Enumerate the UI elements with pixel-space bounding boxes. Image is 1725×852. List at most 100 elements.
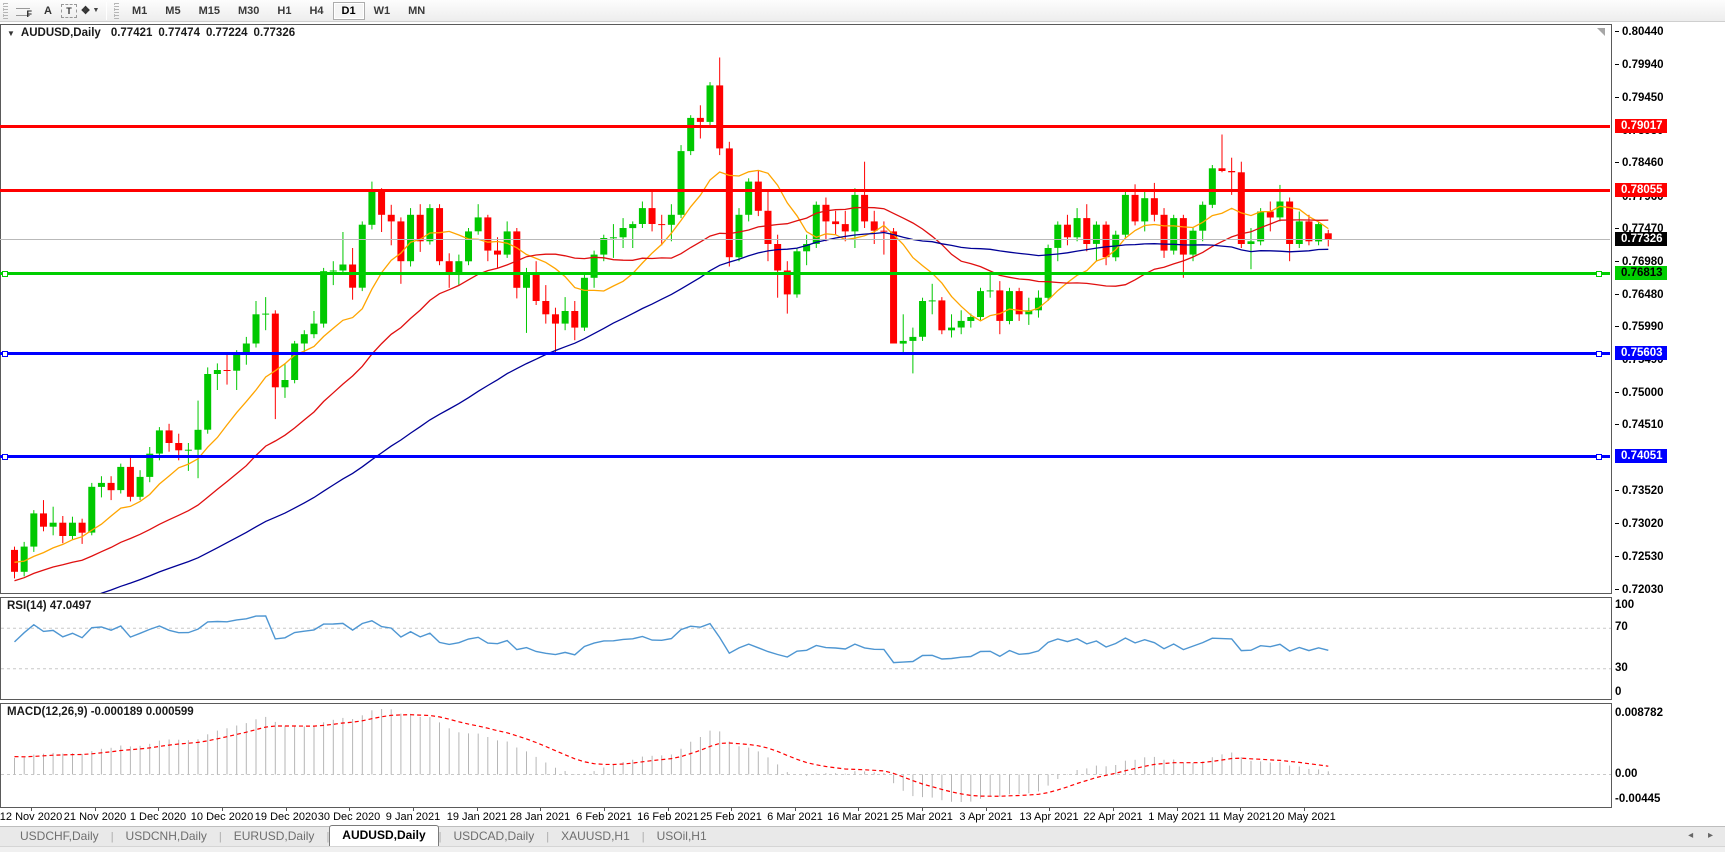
ma-line-25 [15, 208, 1329, 581]
axis-tick [1615, 228, 1619, 229]
axis-tick [1615, 589, 1619, 590]
horizontal-level-line-0.76813[interactable] [0, 272, 1610, 275]
date-label: 12 Nov 2020 [0, 811, 62, 823]
date-label: 6 Feb 2021 [576, 811, 632, 823]
chart-tab-usoil-h1[interactable]: USOil,H1 [645, 827, 719, 846]
price-axis-label: 0.74510 [1615, 419, 1664, 432]
axis-tick [1615, 97, 1619, 98]
axis-tick [1615, 326, 1619, 327]
fibonacci-icon: F [27, 9, 33, 19]
rsi-axis-label: 30 [1615, 662, 1628, 675]
chart-tab-audusd-daily[interactable]: AUDUSD,Daily [329, 825, 438, 846]
level-anchor-marker[interactable] [1596, 454, 1602, 460]
date-label: 21 Nov 2020 [64, 811, 126, 823]
chart-tab-usdcad-daily[interactable]: USDCAD,Daily [442, 827, 547, 846]
ohlc-high: 0.77474 [158, 27, 200, 39]
level-price-tag: 0.75603 [1615, 346, 1667, 360]
axis-tick [1615, 31, 1619, 32]
dropdown-caret-icon[interactable]: ▼ [92, 7, 99, 14]
timeframe-button-h4[interactable]: H4 [300, 2, 332, 20]
level-anchor-marker[interactable] [1596, 351, 1602, 357]
price-axis-label: 0.75000 [1615, 387, 1664, 400]
rsi-axis-label: 100 [1615, 599, 1634, 612]
ma-line-55 [15, 233, 1329, 594]
fibonacci-tool-button[interactable]: F [13, 2, 35, 20]
date-label: 6 Mar 2021 [767, 811, 823, 823]
price-axis: 0.804400.799400.794500.789500.784600.779… [1612, 22, 1725, 808]
level-price-tag: 0.78055 [1615, 183, 1667, 197]
text-label-tool-button[interactable]: T [61, 4, 77, 18]
horizontal-level-line-0.74051[interactable] [0, 455, 1610, 458]
rsi-pane[interactable]: RSI(14) 47.0497 [0, 597, 1612, 700]
axis-tick [1615, 556, 1619, 557]
date-label: 28 Jan 2021 [510, 811, 571, 823]
price-axis-label: 0.73520 [1615, 485, 1664, 498]
timeframe-button-d1[interactable]: D1 [333, 2, 365, 20]
macd-axis-label: 0.00 [1615, 768, 1637, 781]
price-pane[interactable]: ▼ AUDUSD,Daily 0.77421 0.77474 0.77224 0… [0, 24, 1612, 594]
level-anchor-marker[interactable] [1596, 271, 1602, 277]
current-price-line [0, 239, 1610, 240]
axis-tick [1615, 490, 1619, 491]
price-axis-label: 0.79450 [1615, 92, 1664, 105]
date-label: 1 May 2021 [1148, 811, 1205, 823]
price-axis-label: 0.78460 [1615, 157, 1664, 170]
rsi-axis-label: 70 [1615, 621, 1628, 634]
date-label: 1 Dec 2020 [130, 811, 186, 823]
text-tool-button[interactable]: A [37, 2, 59, 20]
ohlc-close: 0.77326 [254, 27, 296, 39]
date-label: 25 Mar 2021 [891, 811, 953, 823]
text-tool-icon: A [44, 5, 52, 17]
axis-tick [1615, 424, 1619, 425]
timeframe-button-mn[interactable]: MN [399, 2, 434, 20]
toolbar-grip-2[interactable] [114, 3, 119, 19]
timeframes-toolbar: M1M5M15M30H1H4D1W1MN [123, 2, 434, 20]
timeframe-button-m5[interactable]: M5 [156, 2, 189, 20]
price-axis-label: 0.75990 [1615, 321, 1664, 334]
axis-tick [1615, 64, 1619, 65]
timeframe-button-h1[interactable]: H1 [268, 2, 300, 20]
rsi-indicator-label: RSI(14) 47.0497 [7, 600, 91, 612]
level-price-tag: 0.74051 [1615, 449, 1667, 463]
horizontal-level-line-0.79017[interactable] [0, 125, 1610, 128]
symbol-header[interactable]: ▼ AUDUSD,Daily 0.77421 0.77474 0.77224 0… [7, 27, 295, 39]
time-axis: 12 Nov 202021 Nov 20201 Dec 202010 Dec 2… [0, 808, 1612, 826]
chart-tab-usdcnh-daily[interactable]: USDCNH,Daily [114, 827, 219, 846]
chart-tab-usdchf-daily[interactable]: USDCHF,Daily [8, 827, 111, 846]
timeframe-button-m1[interactable]: M1 [123, 2, 156, 20]
level-price-tag: 0.76813 [1615, 266, 1667, 280]
timeframe-button-m15[interactable]: M15 [190, 2, 229, 20]
timeframe-button-m30[interactable]: M30 [229, 2, 268, 20]
rsi-plot [1, 598, 1611, 699]
price-axis-label: 0.72530 [1615, 551, 1664, 564]
chart-shift-marker-icon[interactable] [1597, 28, 1605, 36]
symbol-name: AUDUSD,Daily [21, 27, 101, 39]
axis-tick [1615, 392, 1619, 393]
rsi-axis-label: 0 [1615, 686, 1621, 699]
tab-scroll-arrows[interactable]: ◂ ▸ [1688, 830, 1719, 841]
level-anchor-marker[interactable] [2, 351, 8, 357]
level-anchor-marker[interactable] [2, 454, 8, 460]
candlestick-plot [1, 25, 1611, 593]
date-label: 30 Dec 2020 [318, 811, 380, 823]
date-label: 13 Apr 2021 [1019, 811, 1078, 823]
axis-tick [1615, 162, 1619, 163]
horizontal-level-line-0.75603[interactable] [0, 352, 1610, 355]
symbol-dropdown-icon[interactable]: ▼ [7, 29, 15, 38]
macd-plot [1, 704, 1611, 807]
toolbar-grip[interactable] [3, 3, 8, 19]
arrows-tool-icon: ❖ [81, 4, 91, 17]
horizontal-level-line-0.78055[interactable] [0, 189, 1610, 192]
status-strip [0, 846, 1725, 852]
chart-tab-eurusd-daily[interactable]: EURUSD,Daily [222, 827, 327, 846]
chart-tab-bar: USDCHF,Daily|USDCNH,Daily|EURUSD,Daily|A… [0, 826, 1725, 846]
timeframe-button-w1[interactable]: W1 [365, 2, 400, 20]
price-axis-label: 0.72030 [1615, 584, 1664, 597]
trading-platform-window: FAT❖▼ M1M5M15M30H1H4D1W1MN ▼ AUDUSD,Dail… [0, 0, 1725, 852]
date-label: 16 Mar 2021 [827, 811, 889, 823]
macd-pane[interactable]: MACD(12,26,9) -0.000189 0.000599 [0, 703, 1612, 808]
level-anchor-marker[interactable] [2, 271, 8, 277]
arrows-tool-button[interactable]: ❖▼ [79, 2, 101, 20]
ohlc-open: 0.77421 [111, 27, 153, 39]
chart-tab-xauusd-h1[interactable]: XAUUSD,H1 [549, 827, 642, 846]
